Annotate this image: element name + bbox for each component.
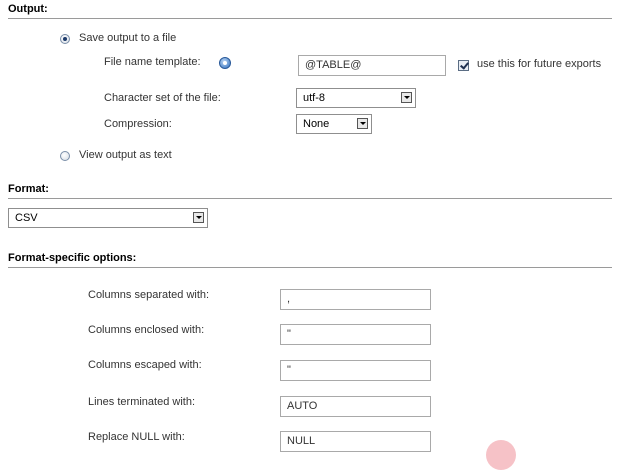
dropdown-arrow-icon[interactable] <box>401 92 412 103</box>
columns-separated-label: Columns separated with: <box>88 289 210 301</box>
format-heading: Format: <box>8 183 49 195</box>
columns-escaped-label: Columns escaped with: <box>88 359 202 371</box>
view-as-text-radio[interactable] <box>60 151 70 161</box>
lines-terminated-input[interactable]: AUTO <box>280 396 431 417</box>
compression-label: Compression: <box>104 118 172 130</box>
future-exports-checkbox[interactable] <box>458 60 469 71</box>
charset-select[interactable]: utf-8 <box>296 88 416 108</box>
output-divider <box>8 18 612 19</box>
output-heading: Output: <box>8 3 48 15</box>
future-exports-label[interactable]: use this for future exports <box>477 58 601 70</box>
info-help-icon[interactable] <box>219 57 231 69</box>
columns-enclosed-input[interactable]: " <box>280 324 431 345</box>
replace-null-label: Replace NULL with: <box>88 431 185 443</box>
compression-select[interactable]: None <box>296 114 372 134</box>
columns-separated-input[interactable]: , <box>280 289 431 310</box>
format-select[interactable]: CSV <box>8 208 208 228</box>
file-name-template-label: File name template: <box>104 56 201 68</box>
columns-enclosed-label: Columns enclosed with: <box>88 324 205 336</box>
charset-select-value: utf-8 <box>303 92 326 104</box>
dropdown-arrow-icon[interactable] <box>193 212 204 223</box>
save-to-file-label[interactable]: Save output to a file <box>79 32 176 44</box>
compression-select-value: None <box>303 118 330 130</box>
charset-label: Character set of the file: <box>104 92 221 104</box>
format-divider <box>8 198 612 199</box>
cursor-highlight-marker <box>486 440 516 470</box>
format-select-value: CSV <box>15 212 38 224</box>
save-to-file-radio[interactable] <box>60 34 70 44</box>
format-options-divider <box>8 267 612 268</box>
format-options-heading: Format-specific options: <box>8 252 137 264</box>
dropdown-arrow-icon[interactable] <box>357 118 368 129</box>
file-name-template-input[interactable]: @TABLE@ <box>298 55 446 76</box>
view-as-text-label[interactable]: View output as text <box>79 149 172 161</box>
columns-escaped-input[interactable]: " <box>280 360 431 381</box>
lines-terminated-label: Lines terminated with: <box>88 396 195 408</box>
replace-null-input[interactable]: NULL <box>280 431 431 452</box>
